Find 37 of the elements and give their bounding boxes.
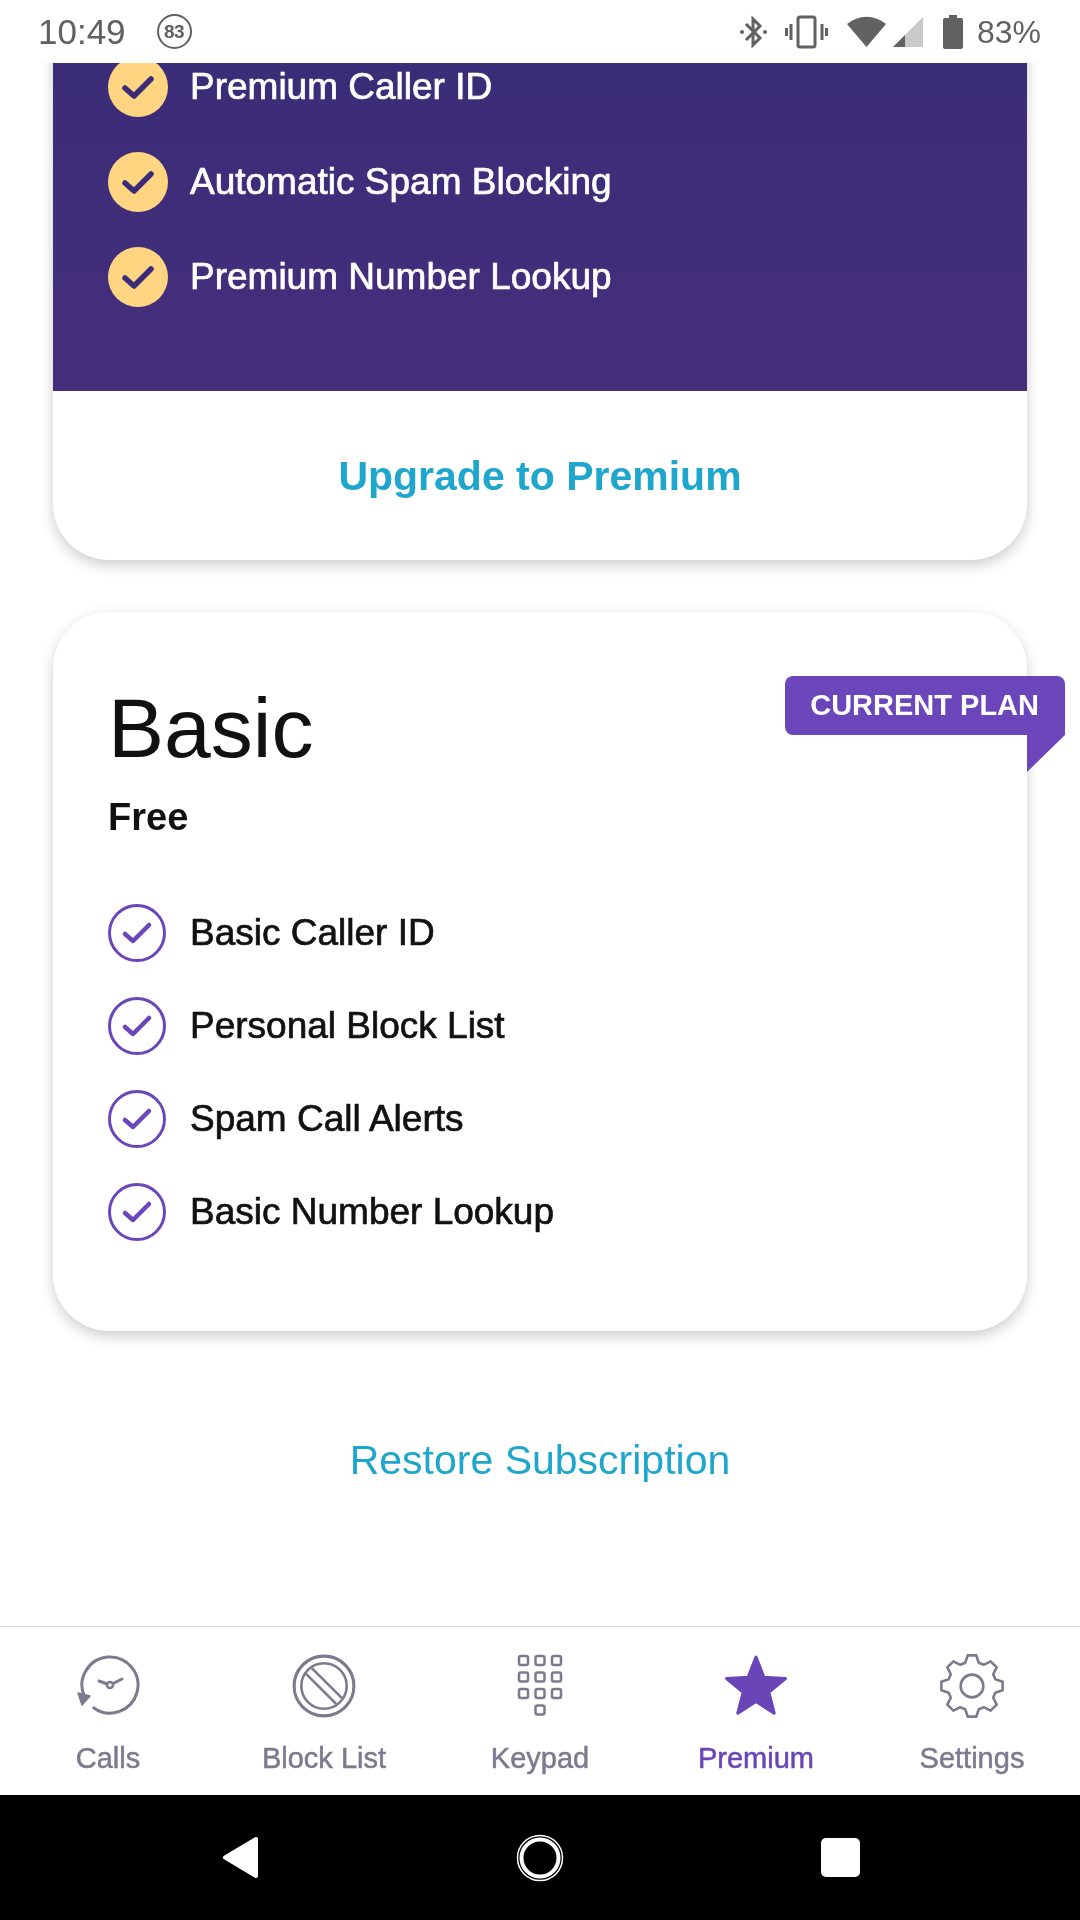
check-circle-icon xyxy=(108,151,168,212)
check-circle-icon xyxy=(108,1089,166,1148)
current-plan-ribbon: CURRENT PLAN xyxy=(785,676,1065,772)
settings-icon xyxy=(939,1653,1005,1719)
nav-tab[interactable]: Premium xyxy=(648,1627,864,1795)
wifi-icon xyxy=(845,15,887,48)
feature-label: Automatic Spam Blocking xyxy=(190,159,612,204)
upgrade-button[interactable]: Upgrade to Premium xyxy=(322,443,758,508)
battery-icon xyxy=(942,14,963,49)
check-circle-icon xyxy=(108,903,166,962)
recents-icon[interactable] xyxy=(820,1838,860,1877)
prohibited-icon xyxy=(291,1653,357,1719)
restore-subscription-link[interactable]: Restore Subscription xyxy=(349,1435,731,1485)
check-circle-icon xyxy=(108,1182,166,1241)
notification-badge: 83 xyxy=(156,14,192,49)
plan-title: Basic xyxy=(108,680,314,776)
feature-label: Spam Call Alerts xyxy=(190,1096,464,1141)
check-circle-icon xyxy=(108,996,166,1055)
feature-label: Premium Number Lookup xyxy=(190,254,612,299)
keypad-icon xyxy=(516,1653,564,1719)
feature-label: Basic Number Lookup xyxy=(190,1189,555,1234)
nav-tab[interactable]: Settings xyxy=(864,1627,1080,1795)
bluetooth-icon xyxy=(738,14,768,49)
back-icon[interactable] xyxy=(221,1836,259,1879)
battery-percentage: 83% xyxy=(976,12,1041,52)
feature-label: Premium Caller ID xyxy=(190,64,493,109)
plan-price: Free xyxy=(108,795,189,840)
feature-label: Personal Block List xyxy=(190,1003,505,1048)
nav-tab[interactable]: Keypad xyxy=(432,1627,648,1795)
signal-icon xyxy=(891,16,923,47)
vibrate-icon xyxy=(784,14,828,49)
feature-label: Basic Caller ID xyxy=(190,910,435,955)
nav-tab[interactable]: Block List xyxy=(216,1627,432,1795)
nav-tab[interactable]: Calls xyxy=(0,1627,216,1795)
status-time: 10:49 xyxy=(38,11,126,52)
check-circle-icon xyxy=(108,246,168,307)
home-icon[interactable] xyxy=(516,1833,564,1882)
